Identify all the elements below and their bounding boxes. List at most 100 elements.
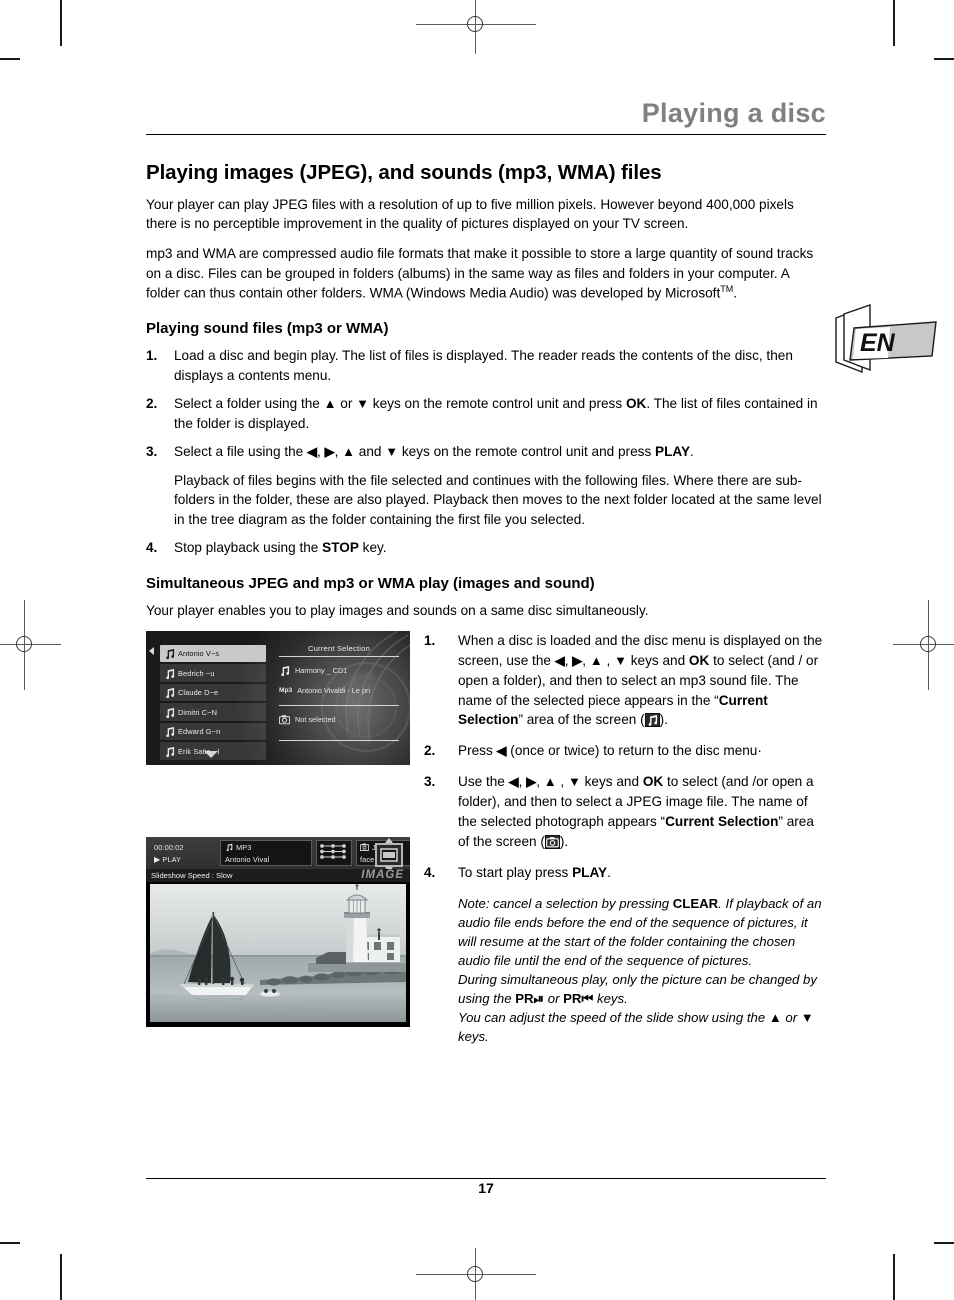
arrow-right-icon: ▶ [572,652,583,668]
divider [279,655,399,657]
arrow-down-icon: ▼ [567,774,581,790]
simultaneous-note: Note: cancel a selection by pressing CLE… [458,894,826,1047]
step-text: Select a file using the [174,444,307,460]
list-item-label: Bedrich ~u [178,668,215,678]
crop-mark-bottom-right-horizontal [934,1242,954,1244]
screenshot-slideshow: 00:00:02 ▶ PLAY MP3 Antonio Vival face1 … [146,836,410,1027]
row-label: Harmony _ CD1 [295,666,348,676]
step-text: Load a disc and begin play. The list of … [174,348,793,383]
step-number: 2. [424,743,436,759]
camera-icon [360,843,369,851]
step-number: 3. [424,774,436,790]
step-text: keys and [580,774,643,790]
note-text: keys. [458,1029,489,1045]
sim-step-item-4: 4. To start play press PLAY. [424,863,826,883]
mp3-tag: Mp3 [279,687,293,695]
arrow-down-icon: ▼ [614,652,627,668]
arrow-left-icon: ◀ [508,774,519,790]
list-item-label: Antonio V~s [178,649,220,659]
step-item-3: 3. Select a file using the ◀, ▶, ▲ and ▼ … [146,442,826,529]
music-note-chip-icon [644,713,660,728]
music-note-icon [166,746,175,757]
page-title: Playing images (JPEG), and sounds (mp3, … [146,161,662,184]
row-label: Antonio Vivaldi - Le pri [297,686,371,696]
arrow-down-icon: ▼ [356,396,370,412]
arrow-right-icon: ▶ [526,774,537,790]
list-item[interactable]: Bedrich ~u [160,664,266,682]
step-text: keys on the remote control unit and pres… [398,444,656,460]
step-text: Stop playback using the [174,540,323,556]
arrow-up-icon: ▲ [342,444,355,460]
arrow-left-icon: ◀ [554,652,565,668]
key-label-ok: OK [688,652,710,668]
subheading-playing-sound-files: Playing sound files (mp3 or WMA) [146,320,389,338]
step-text: Press [458,743,497,759]
music-note-icon [226,843,233,851]
step-text: , [602,652,615,668]
list-item-label: Claude D~e [178,688,219,698]
list-item-label: Dimitri C~N [178,707,218,717]
language-tab-en: EN [832,300,940,378]
arrow-down-icon: ▼ [385,444,399,460]
arrow-up-icon: ▲ [768,1009,782,1025]
trademark-symbol: TM [720,284,734,295]
footer-rule [146,1178,826,1179]
note-text: or [781,1009,801,1025]
key-label-ok: OK [625,396,647,412]
key-label-play: PLAY [572,864,608,880]
list-item[interactable]: Dimitri C~N [160,703,266,721]
step-text: (once or twice) to return to the disc me… [506,743,762,759]
step-text: , [536,774,544,790]
page-number: 17 [478,1180,494,1196]
music-note-icon [166,688,175,699]
step-item-2: 2. Select a folder using the ▲ or ▼ keys … [146,394,826,433]
arrow-right-icon: ▶ [324,444,335,460]
crop-mark-bottom-left-horizontal [0,1242,20,1244]
note-text: You can adjust the speed of the slide sh… [458,1009,769,1025]
screenshots-and-steps: Antonio V~s Bedrich ~u Claude D~e Dimitr… [146,630,826,1044]
image-mode-label: IMAGE [361,868,404,881]
current-selection-row-image: Not selected [279,714,399,726]
arrow-down-icon: ▼ [800,1009,814,1025]
key-label-pr-prev: PR [563,990,582,1006]
simultaneous-intro: Your player enables you to play images a… [146,602,649,618]
registration-mark-left [0,600,61,690]
menu-left-caret-icon[interactable] [149,646,154,655]
language-tab-label: EN [860,329,896,357]
subheading-simultaneous-play: Simultaneous JPEG and mp3 or WMA play (i… [146,574,595,592]
list-item[interactable]: Edward G~n [160,722,266,741]
document-page: EN Playing a disc Playing images (JPEG),… [0,0,954,1300]
list-item[interactable]: Claude D~e [160,683,266,702]
osd-play-label: PLAY [162,854,182,864]
music-note-icon [166,727,175,738]
arrow-left-icon: ◀ [496,743,507,759]
music-note-icon [166,649,175,660]
menu-scroll-down-icon[interactable] [204,750,218,758]
step-text: ). [659,712,668,728]
step-text: . [607,864,611,880]
step-text: ” area of the screen ( [518,712,645,728]
osd-audio-format: MP3 [236,842,252,852]
slideshow-photo [150,883,406,1022]
crop-mark-bottom-right-vertical [893,1254,895,1300]
simultaneous-step-list: 1. When a disc is loaded and the disc men… [424,631,826,883]
osd-elapsed-time: 00:00:02 [154,842,184,852]
crop-mark-bottom-left-vertical [60,1254,62,1300]
page-content: Playing a disc Playing images (JPEG), an… [146,100,826,1044]
crop-mark-top-left-vertical [60,0,62,46]
key-label-play: PLAY [655,444,691,460]
step-text: Select a folder using the [174,396,324,412]
current-selection-title: Current Selection [307,643,371,653]
step-text: Use the [458,774,509,790]
step-text: ). [559,833,569,849]
sim-step-item-1: 1. When a disc is loaded and the disc men… [424,631,826,730]
image-mode-indicator-icon [375,837,403,872]
list-item[interactable]: Antonio V~s [160,644,266,663]
key-label-pr-next: PR [515,990,534,1006]
current-selection-label: Current Selection [665,814,779,830]
registration-mark-right [893,600,954,690]
step-item-1: 1. Load a disc and begin play. The list o… [146,346,826,385]
step-text: , [582,652,590,668]
step-number: 1. [146,348,158,364]
menu-file-list[interactable]: Antonio V~s Bedrich ~u Claude D~e Dimitr… [160,644,266,762]
